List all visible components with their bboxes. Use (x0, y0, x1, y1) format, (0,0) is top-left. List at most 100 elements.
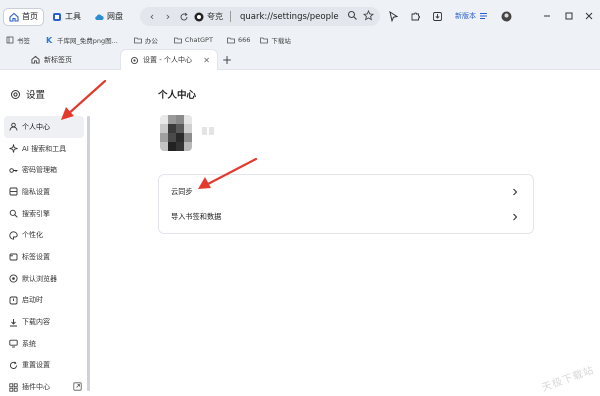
cloud-sync-option[interactable]: 云同步 (159, 180, 533, 204)
sidebar-item-personal-center[interactable]: 个人中心 (4, 116, 84, 138)
account-options-card: 云同步 导入书签和数据 (158, 174, 534, 234)
settings-sidebar: 设置 个人中心 AI 搜索和工具 密码管理箱 隐私设置 搜索引擎 个性化 标签设… (0, 71, 90, 396)
external-link-icon[interactable] (73, 382, 82, 391)
grid-icon (9, 382, 18, 392)
sidebar-item-downloads[interactable]: 下载内容 (4, 311, 84, 333)
key-icon (9, 166, 18, 175)
sidebar-scrollbar[interactable] (87, 116, 90, 391)
sidebar-item-label: 下载内容 (22, 318, 50, 327)
sidebar-item-privacy[interactable]: 隐私设置 (4, 181, 84, 203)
folder-icon (173, 36, 182, 44)
cloud-sync-label: 云同步 (171, 187, 193, 196)
user-avatar-icon[interactable] (498, 8, 514, 24)
star-icon[interactable] (363, 10, 374, 21)
search-icon (9, 209, 18, 218)
sidebar-item-personalization[interactable]: 个性化 (4, 224, 84, 246)
sidebar-item-label: 标签设置 (22, 252, 50, 261)
sidebar-item-default-browser[interactable]: 默认浏览器 (4, 268, 84, 290)
home-icon (30, 55, 40, 65)
url-text[interactable]: quark://settings/people (240, 12, 339, 22)
sidebar-item-reset[interactable]: 重置设置 (4, 355, 84, 377)
sidebar-item-label: 个人中心 (22, 122, 50, 131)
bookmark-label: 666 (237, 35, 251, 44)
netdisk-label: 网盘 (107, 12, 123, 21)
browser-tools: 新版本 (385, 8, 520, 24)
download-manager-icon[interactable] (429, 8, 445, 24)
sidebar-item-on-startup[interactable]: 启动时 (4, 290, 84, 312)
tab-label: 新标签页 (44, 55, 72, 64)
import-bookmarks-option[interactable]: 导入书签和数据 (159, 205, 533, 229)
new-version-badge[interactable]: 新版本 (455, 11, 488, 21)
new-tab-button[interactable]: + (222, 49, 234, 70)
sidebar-item-system[interactable]: 系统 (4, 333, 84, 355)
sidebar-item-label: AI 搜索和工具 (22, 144, 67, 153)
sidebar-item-label: 系统 (22, 339, 36, 348)
avatar[interactable] (160, 115, 192, 151)
tools-button[interactable]: 工具 (47, 8, 86, 26)
privacy-icon (9, 187, 18, 196)
close-tab-icon[interactable]: ✕ (203, 56, 210, 65)
folder-icon (227, 36, 235, 44)
tab-settings[interactable]: 设置 - 个人中心 ✕ (120, 49, 218, 70)
tab-label: 设置 - 个人中心 (143, 56, 192, 64)
sidebar-item-label: 隐私设置 (22, 187, 50, 196)
sidebar-item-plugin-center[interactable]: 插件中心 (4, 376, 84, 396)
tab-bar: 新标签页 设置 - 个人中心 ✕ + (0, 46, 600, 70)
tab-settings-icon (9, 252, 18, 261)
bookmark-item-bookmarks[interactable]: 书签 (6, 35, 30, 45)
bookmark-item-qianku[interactable]: K 千库网_免费png图... (46, 35, 118, 45)
power-icon (9, 296, 18, 305)
bookmark-label: 书签 (17, 36, 30, 45)
sidebar-item-label: 搜索引擎 (22, 209, 50, 218)
watermark: 天极下载站 (540, 364, 596, 394)
site-k-icon: K (46, 36, 54, 44)
gear-icon (10, 89, 21, 100)
close-window-icon[interactable] (582, 9, 596, 23)
bookmark-item-office[interactable]: 办公 (133, 35, 158, 45)
cursor-icon[interactable] (385, 8, 401, 24)
bookmark-item-chatgpt[interactable]: ChatGPT (173, 36, 213, 44)
bookmark-label: 千库网_免费png图... (57, 36, 118, 45)
sidebar-item-tab-settings[interactable]: 标签设置 (4, 246, 84, 268)
sidebar-item-search-engine[interactable]: 搜索引擎 (4, 203, 84, 225)
netdisk-button[interactable]: 网盘 (89, 8, 128, 26)
brand-label: 夸克 (207, 12, 223, 21)
import-bookmarks-label: 导入书签和数据 (171, 212, 222, 221)
bookmark-item-666[interactable]: 666 (227, 36, 250, 44)
back-icon[interactable]: ‹ (144, 9, 160, 25)
tab-new-tab[interactable]: 新标签页 (30, 49, 118, 70)
tools-icon (52, 12, 62, 22)
address-separator (230, 11, 231, 22)
plus-icon: + (222, 52, 233, 67)
bookmark-item-download-site[interactable]: 下载站 (260, 35, 291, 45)
bookmark-label: 办公 (144, 36, 158, 45)
bookmarks-bar: 书签 K 千库网_免费png图... 办公 ChatGPT 666 下载站 (0, 33, 600, 46)
minimize-icon[interactable] (540, 9, 554, 23)
reload-icon[interactable] (176, 9, 192, 25)
sidebar-item-label: 重置设置 (22, 361, 50, 370)
sidebar-item-label: 插件中心 (22, 383, 50, 392)
tools-label: 工具 (65, 12, 81, 21)
palette-icon (9, 231, 18, 240)
chevron-right-icon (511, 211, 519, 223)
home-label: 首页 (22, 12, 38, 21)
sidebar-item-ai-search[interactable]: AI 搜索和工具 (4, 138, 84, 160)
browser-icon (9, 274, 18, 283)
maximize-icon[interactable] (562, 9, 576, 23)
chevron-right-icon (511, 186, 519, 198)
settings-title-text: 设置 (26, 90, 46, 101)
cloud-icon (94, 12, 104, 22)
sidebar-item-label: 个性化 (22, 231, 43, 240)
reset-icon (9, 361, 18, 370)
home-button[interactable]: 首页 (3, 7, 44, 26)
sparkle-icon (9, 144, 18, 153)
gear-icon (129, 55, 139, 65)
extensions-icon[interactable] (407, 8, 423, 24)
forward-icon[interactable]: › (160, 9, 176, 25)
settings-nav: 个人中心 AI 搜索和工具 密码管理箱 隐私设置 搜索引擎 个性化 标签设置 默… (4, 116, 84, 396)
sidebar-item-password-manager[interactable]: 密码管理箱 (4, 159, 84, 181)
search-page-icon[interactable] (347, 10, 358, 21)
username-blurred (202, 127, 216, 135)
quark-logo-icon (194, 12, 204, 22)
address-bar[interactable]: ‹ › 夸克 quark://settings/people (140, 7, 380, 26)
